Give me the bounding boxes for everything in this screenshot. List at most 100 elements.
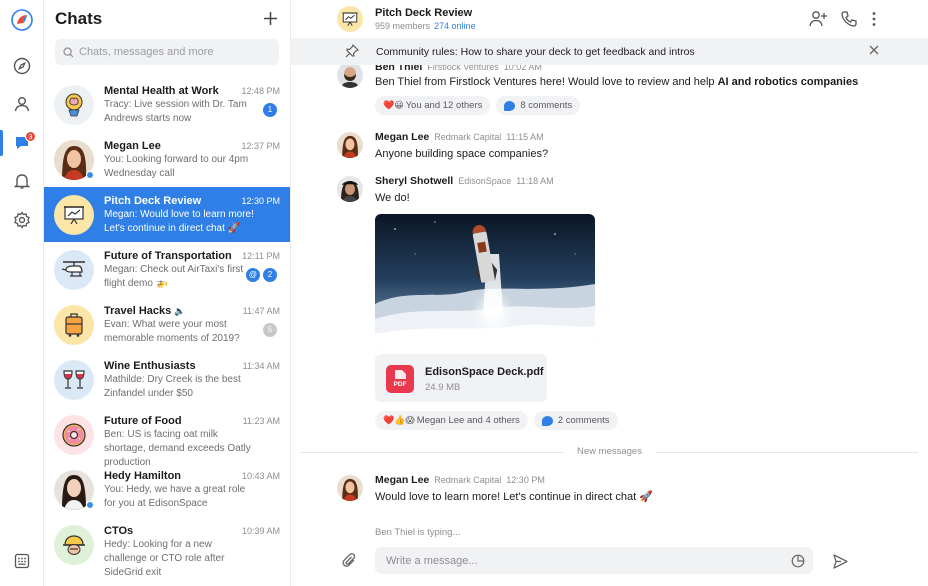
- chat-item-ctos[interactable]: CTOs 10:39 AM Hedy: Looking for a new cha…: [44, 517, 290, 578]
- reaction-summary: You and 12 others: [405, 100, 483, 111]
- pinned-text: Community rules: How to share your deck …: [376, 45, 695, 58]
- pinned-message-bar[interactable]: Community rules: How to share your deck …: [291, 38, 928, 65]
- message-text: Would love to learn more! Let's continue…: [375, 491, 653, 503]
- suitcase-icon: [54, 305, 94, 345]
- message-time: 11:18 AM: [516, 176, 554, 186]
- send-button[interactable]: [830, 551, 850, 571]
- avatar: [337, 475, 363, 501]
- reactions-pill[interactable]: ❤️👍😱 Megan Lee and 4 others: [375, 411, 528, 430]
- chat-time: 11:47 AM: [242, 306, 280, 316]
- attach-button[interactable]: [341, 552, 359, 570]
- comment-icon: [504, 100, 516, 111]
- chat-preview: Mathilde: Dry Creek is the best Zinfande…: [104, 374, 241, 399]
- message-input[interactable]: [386, 554, 776, 567]
- chat-preview: Megan: Check out AirTaxi's first flight …: [104, 264, 244, 289]
- chat-preview: Tracy: Live session with Dr. Tam Andrews…: [104, 99, 247, 124]
- sender-name[interactable]: Sheryl Shotwell: [375, 175, 453, 187]
- helicopter-icon: [54, 250, 94, 290]
- online-indicator: [86, 171, 94, 179]
- chat-preview: Hedy: Looking for a new challenge or CTO…: [104, 539, 225, 578]
- member-count: 959 members: [375, 21, 431, 31]
- chat-item-megan-lee[interactable]: Megan Lee 12:37 PM You: Looking forward t…: [44, 132, 290, 187]
- chat-preview: Evan: What were your most memorable mome…: [104, 319, 240, 344]
- add-member-button[interactable]: [808, 10, 828, 31]
- more-vertical-icon: [872, 12, 876, 26]
- sender-name[interactable]: Megan Lee: [375, 474, 429, 486]
- chat-name: Megan Lee: [104, 140, 161, 152]
- chat-time: 11:34 AM: [242, 361, 280, 371]
- message-text-plain: Ben Thiel from Firstlock Ventures here! …: [375, 76, 718, 88]
- conversation-title[interactable]: Pitch Deck Review: [375, 7, 476, 19]
- comments-pill[interactable]: 2 comments: [533, 411, 618, 430]
- message-text-bold: AI and robotics companies: [717, 76, 859, 88]
- close-icon[interactable]: [868, 44, 880, 59]
- online-count: 274 online: [434, 21, 476, 31]
- reactions-pill[interactable]: ❤️😀 You and 12 others: [375, 96, 491, 115]
- message-composer[interactable]: [375, 547, 813, 574]
- app-window: 3 Chats Chats, messages and more Mental …: [0, 0, 928, 586]
- unread-count: 1: [263, 103, 277, 117]
- avatar: [337, 176, 363, 202]
- comments-pill[interactable]: 8 comments: [496, 96, 581, 115]
- nav-rail: 3: [0, 0, 44, 586]
- chat-time: 12:30 PM: [241, 196, 280, 206]
- new-chat-button[interactable]: [263, 8, 278, 30]
- pdf-file-icon: PDF: [386, 365, 414, 393]
- online-indicator: [86, 501, 94, 509]
- chat-time: 10:39 AM: [241, 526, 280, 536]
- search-input[interactable]: [79, 46, 269, 58]
- sender-name[interactable]: Megan Lee: [375, 131, 429, 143]
- compass-icon[interactable]: [0, 52, 44, 80]
- sender-company: EdisonSpace: [458, 176, 512, 186]
- profile-icon[interactable]: [0, 90, 44, 118]
- message-text: Anyone building space companies?: [375, 148, 549, 160]
- typing-indicator: Ben Thiel is typing...: [375, 527, 461, 538]
- search-box[interactable]: [55, 39, 279, 65]
- avatar: [54, 140, 94, 180]
- message-time: 12:30 PM: [506, 475, 545, 485]
- chat-item-wine-enthusiasts[interactable]: Wine Enthusiasts 11:34 AM Mathilde: Dry C…: [44, 352, 290, 407]
- chat-list: Mental Health at Work 12:48 PM Tracy: Liv…: [44, 77, 290, 578]
- sender-company: Redmark Capital: [434, 475, 502, 485]
- wine-icon: [54, 360, 94, 400]
- message-text: Ben Thiel from Firstlock Ventures here! …: [375, 76, 858, 88]
- chat-list-panel: Chats Mental Health at Work 12:48 PM Trac…: [44, 0, 291, 586]
- chat-name: Pitch Deck Review: [104, 195, 202, 207]
- file-attachment[interactable]: PDF EdisonSpace Deck.pdf 24.9 MB: [375, 354, 547, 402]
- more-options-button[interactable]: [870, 10, 878, 31]
- chat-name: Travel Hacks: [104, 305, 172, 317]
- call-button[interactable]: [840, 10, 858, 31]
- add-person-icon: [809, 11, 827, 27]
- unread-count: 2: [263, 268, 277, 282]
- chat-preview: You: Hedy, we have a great role for you …: [104, 484, 246, 509]
- reactions-row: ❤️👍😱 Megan Lee and 4 others 2 comments: [375, 411, 618, 430]
- chat-time: 12:37 PM: [241, 141, 280, 151]
- chat-icon[interactable]: 3: [0, 129, 44, 157]
- message-time: 11:15 AM: [506, 132, 544, 142]
- presentation-icon[interactable]: [337, 6, 363, 32]
- chat-item-hedy-hamilton[interactable]: Hedy Hamilton 10:43 AM You: Hedy, we have…: [44, 462, 290, 517]
- rocket-launch-image[interactable]: [375, 214, 595, 346]
- chat-item-travel-hacks[interactable]: Travel Hacks 🔈 11:47 AM Evan: What were yo…: [44, 297, 290, 352]
- avatar: [54, 470, 94, 510]
- paperclip-icon: [342, 553, 356, 567]
- helmet-icon: [54, 525, 94, 565]
- bell-icon[interactable]: [0, 167, 44, 195]
- emoji-button[interactable]: [790, 553, 805, 568]
- gear-icon[interactable]: [0, 206, 44, 234]
- chat-item-mental-health[interactable]: Mental Health at Work 12:48 PM Tracy: Liv…: [44, 77, 290, 132]
- logo-icon[interactable]: [0, 6, 44, 34]
- chat-name: Hedy Hamilton: [104, 470, 182, 482]
- chat-item-pitch-deck-review[interactable]: Pitch Deck Review 12:30 PM Megan: Would l…: [44, 187, 290, 242]
- file-size: 24.9 MB: [425, 382, 461, 393]
- grid-icon[interactable]: [0, 547, 44, 575]
- chat-name: Mental Health at Work: [104, 85, 219, 97]
- brain-icon: [54, 85, 94, 125]
- chat-preview: You: Looking forward to our 4pm Wednesda…: [104, 154, 249, 179]
- chat-item-future-of-transportation[interactable]: Future of Transportation 12:11 PM Megan: …: [44, 242, 290, 297]
- chat-time: 12:11 PM: [242, 251, 280, 261]
- chat-name: Wine Enthusiasts: [104, 360, 196, 372]
- chat-item-future-of-food[interactable]: Future of Food 11:23 AM Ben: US is facing…: [44, 407, 290, 468]
- chat-time: 12:48 PM: [241, 86, 280, 96]
- conversation-panel: Pitch Deck Review 959 members274 online: [291, 0, 928, 586]
